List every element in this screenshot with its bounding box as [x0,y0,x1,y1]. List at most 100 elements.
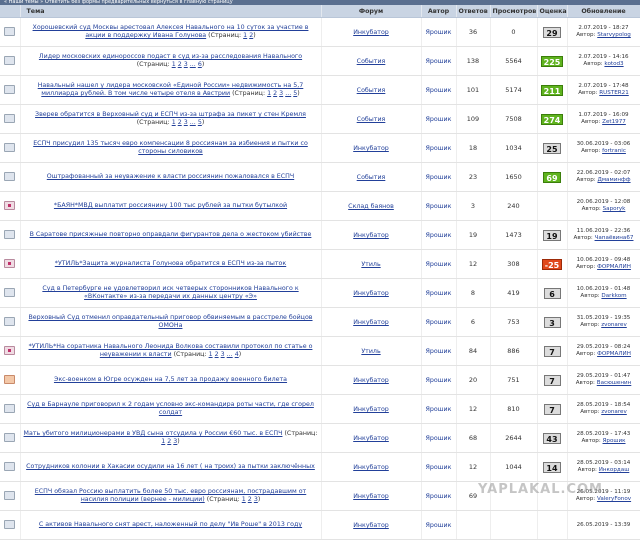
forum-link[interactable]: События [357,174,386,181]
topic-icon[interactable] [4,287,16,297]
topic-title-link[interactable]: Суд в Барнауле приговорил к 2 годам усло… [27,401,314,416]
author-link[interactable]: Ярошик [426,232,452,239]
rating-badge[interactable]: 3 [543,316,561,328]
updated-author-link[interactable]: Ярошик [603,438,626,444]
rating-badge[interactable]: 7 [543,374,561,386]
topic-column-header[interactable]: Тема [20,5,322,18]
topic-title-link[interactable]: В Саратове присяжные повторно оправдали … [30,231,312,238]
topic-title-link[interactable]: Суд в Петербурге не удовлетворил иск чет… [42,285,298,300]
author-link[interactable]: Ярошик [426,58,452,65]
page-link[interactable]: 1 [267,90,271,97]
author-link[interactable]: Ярошик [426,29,452,36]
page-link[interactable]: 1 [242,496,246,503]
poll-icon[interactable] [4,200,16,210]
forum-link[interactable]: Инкубатор [353,406,389,413]
author-link[interactable]: Ярошик [426,145,452,152]
topic-title-link[interactable]: Лидер московских единороссов подаст в су… [39,53,302,60]
forum-link[interactable]: Инкубатор [353,232,389,239]
poll-icon[interactable] [4,345,16,355]
forum-link[interactable]: Инкубатор [353,29,389,36]
forum-link[interactable]: События [357,116,386,123]
page-link[interactable]: 1 [172,119,176,126]
author-link[interactable]: Ярошик [426,319,452,326]
author-link[interactable]: Ярошик [426,116,452,123]
page-link[interactable]: 1 [161,438,165,445]
page-link[interactable]: 1 [172,61,176,68]
updated-author-link[interactable]: Чапаёвина67 [595,235,634,241]
topic-icon[interactable] [4,403,16,413]
forum-column-header[interactable]: Форум [321,5,422,18]
page-link[interactable]: 2 [167,438,171,445]
updated-author-link[interactable]: Дмаминфф [597,177,630,183]
topic-icon[interactable] [4,461,16,471]
rating-column-header[interactable]: Оценка [537,5,568,18]
forum-link[interactable]: Инкубатор [353,290,389,297]
forum-link[interactable]: Инкубатор [353,522,389,529]
author-link[interactable]: Ярошик [426,493,452,500]
forum-link[interactable]: Склад баянов [348,203,394,210]
topic-icon[interactable] [4,142,16,152]
author-link[interactable]: Ярошик [426,174,452,181]
author-link[interactable]: Ярошик [426,435,452,442]
topic-title-link[interactable]: Сотрудников колонии в Хакасии осудили на… [26,463,315,470]
updated-author-link[interactable]: Васюшенин [597,380,632,386]
page-link[interactable]: 2 [178,119,182,126]
forum-link[interactable]: События [357,58,386,65]
rating-badge[interactable]: 7 [543,403,561,415]
topic-title-link[interactable]: Оштрафованный за неуважение к власти рос… [47,173,294,180]
author-link[interactable]: Ярошик [426,348,452,355]
rating-badge[interactable]: 6 [543,287,561,299]
author-link[interactable]: Ярошик [426,87,452,94]
author-link[interactable]: Ярошик [426,290,452,297]
page-link[interactable]: 2 [248,496,252,503]
updated-author-link[interactable]: Saporyk [603,206,626,212]
topic-icon[interactable] [4,519,16,529]
page-link[interactable]: 1 [243,32,247,39]
topic-icon[interactable] [4,55,16,65]
author-link[interactable]: Ярошик [426,203,452,210]
page-link[interactable]: 3 [184,119,188,126]
forum-link[interactable]: Инкубатор [353,145,389,152]
forum-link[interactable]: Инкубатор [353,435,389,442]
topic-icon[interactable] [4,316,16,326]
author-link[interactable]: Ярошик [426,377,452,384]
forum-link[interactable]: Инкубатор [353,377,389,384]
author-link[interactable]: Ярошик [426,464,452,471]
rating-badge[interactable]: 29 [543,26,561,38]
topic-title-link[interactable]: Хорошевский суд Москвы арестовал Алексея… [33,24,309,39]
page-link[interactable]: 2 [178,61,182,68]
rating-badge[interactable]: 69 [543,171,561,183]
forum-link[interactable]: Инкубатор [353,319,389,326]
updated-author-link[interactable]: Инкордаш [599,467,630,473]
page-link[interactable]: 3 [221,351,225,358]
topic-icon[interactable] [4,84,16,94]
topic-icon[interactable] [4,432,16,442]
views-column-header[interactable]: Просмотров [490,5,538,18]
rating-badge[interactable]: 14 [543,461,561,473]
forum-link[interactable]: Инкубатор [353,464,389,471]
forum-link[interactable]: Утиль [361,261,380,268]
rating-badge[interactable]: 19 [543,229,561,241]
topic-title-link[interactable]: С активов Навального снят арест, наложен… [39,521,302,528]
topic-title-link[interactable]: Экс-военком в Югре осужден на 7,5 лет за… [54,376,287,383]
updated-author-link[interactable]: kotod3 [604,61,623,67]
topic-icon[interactable] [4,26,16,36]
page-link[interactable]: 1 [209,351,213,358]
forum-link[interactable]: Инкубатор [353,493,389,500]
rating-badge[interactable]: 211 [540,84,564,96]
topic-icon[interactable] [4,229,16,239]
updated-author-link[interactable]: Darkkom [601,293,626,299]
rating-badge[interactable]: 25 [543,142,561,154]
rating-badge[interactable]: 274 [540,113,564,125]
updated-author-link[interactable]: ФОРМАЛИН [597,351,631,357]
updated-author-link[interactable]: Starvypolog [597,32,631,38]
updated-author-link[interactable]: fortranic [602,148,626,154]
rating-badge[interactable]: -25 [541,258,563,270]
rating-badge[interactable]: 7 [543,345,561,357]
author-link[interactable]: Ярошик [426,261,452,268]
page-link[interactable]: ... [190,61,196,68]
page-link[interactable]: ... [190,119,196,126]
topic-title-link[interactable]: *БАЯН*МВД выплатит россиянину 100 тыс ру… [54,202,287,209]
page-link[interactable]: 3 [184,61,188,68]
topic-title-link[interactable]: *УТИЛЬ*На соратника Навального Леонида В… [29,343,313,358]
